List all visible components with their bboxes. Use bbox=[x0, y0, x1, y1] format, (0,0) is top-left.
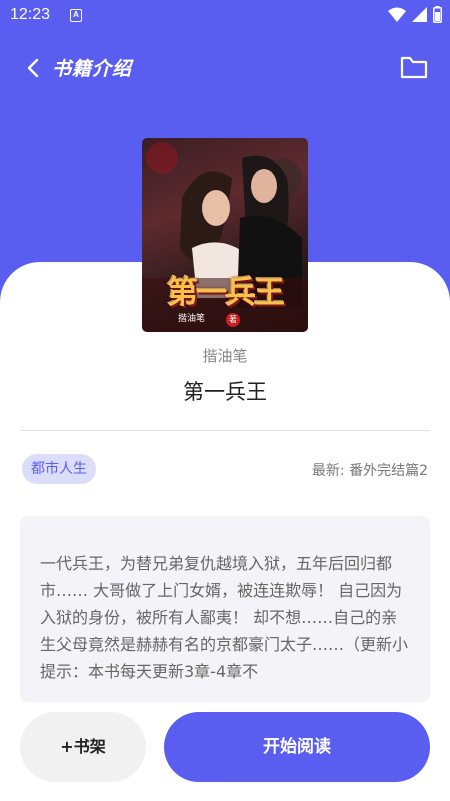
page-title: 书籍介绍 bbox=[52, 58, 133, 80]
book-author: 揩油笔 bbox=[202, 347, 248, 365]
status-bar: 12:23 A bbox=[0, 0, 450, 32]
start-reading-button[interactable]: 开始阅读 bbox=[164, 712, 430, 782]
genre-tag[interactable]: 都市人生 bbox=[22, 454, 96, 484]
wifi-icon bbox=[388, 7, 406, 22]
summary-text: 一代兵王，为替兄弟复仇越境入狱，五年后回归都市…… 大哥做了上门女婿，被连连欺辱… bbox=[40, 554, 409, 681]
app-bar: 书籍介绍 bbox=[0, 44, 450, 92]
cover-title: 第一兵王 bbox=[167, 275, 285, 311]
book-title: 第一兵王 bbox=[183, 380, 267, 404]
cover-author: 揩油笔 bbox=[178, 314, 206, 324]
divider bbox=[20, 430, 430, 431]
latest-chapter[interactable]: 最新: 番外完结篇2 bbox=[312, 460, 428, 480]
back-icon[interactable] bbox=[22, 56, 46, 80]
notification-icon: A bbox=[70, 9, 82, 22]
folder-icon[interactable] bbox=[400, 54, 428, 80]
status-time: 12:23 bbox=[10, 6, 51, 23]
book-cover[interactable]: 第一兵王 揩油笔 著 bbox=[142, 138, 308, 332]
add-to-shelf-button[interactable]: +书架 bbox=[20, 712, 146, 782]
bottom-action-bar: +书架 开始阅读 bbox=[0, 708, 450, 788]
battery-icon bbox=[433, 6, 442, 23]
summary-box: 一代兵王，为替兄弟复仇越境入狱，五年后回归都市…… 大哥做了上门女婿，被连连欺辱… bbox=[20, 516, 430, 702]
cover-badge: 著 bbox=[226, 313, 240, 327]
status-icons bbox=[388, 6, 442, 23]
signal-icon bbox=[412, 7, 427, 22]
